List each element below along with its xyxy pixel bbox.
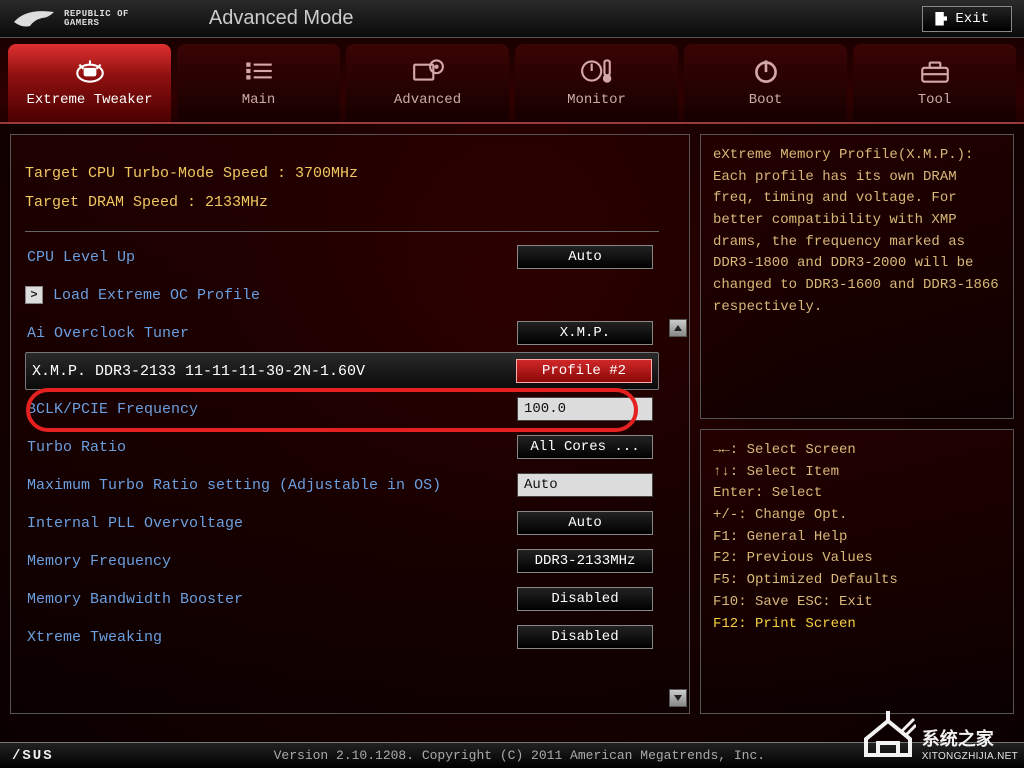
row-label: CPU Level Up [25, 249, 517, 266]
tab-label: Tool [918, 92, 952, 108]
tab-extreme-tweaker[interactable]: Extreme Tweaker [8, 44, 171, 122]
main-area: Target CPU Turbo-Mode Speed : 3700MHz Ta… [0, 124, 1024, 714]
key-hint: ↑↓: Select Item [713, 462, 1001, 484]
setting-row[interactable]: Ai Overclock TunerX.M.P. [25, 314, 659, 352]
mode-title: Advanced Mode [209, 7, 354, 30]
row-label: Load Extreme OC Profile [51, 287, 659, 304]
key-hint: F2: Previous Values [713, 548, 1001, 570]
row-label: Memory Bandwidth Booster [25, 591, 517, 608]
side-panel: eXtreme Memory Profile(X.M.P.): Each pro… [700, 134, 1014, 714]
thermo-icon [580, 58, 614, 84]
gear-icon [411, 58, 445, 84]
scrollbar[interactable] [667, 135, 689, 713]
key-hint: F10: Save ESC: Exit [713, 592, 1001, 614]
row-value[interactable]: 100.0 [517, 397, 653, 421]
row-label: Ai Overclock Tuner [25, 325, 517, 342]
tab-monitor[interactable]: Monitor [515, 44, 678, 122]
tab-label: Monitor [567, 92, 626, 108]
target-dram: Target DRAM Speed : 2133MHz [25, 188, 659, 217]
key-hint: F5: Optimized Defaults [713, 570, 1001, 592]
toolbox-icon [918, 58, 952, 84]
watermark-icon [860, 711, 916, 762]
row-label: Maximum Turbo Ratio setting (Adjustable … [25, 477, 517, 494]
row-value[interactable]: Auto [517, 473, 653, 497]
key-hint: Enter: Select [713, 483, 1001, 505]
row-value[interactable]: Auto [517, 245, 653, 269]
key-legend: →←: Select Screen↑↓: Select ItemEnter: S… [700, 429, 1014, 714]
target-cpu: Target CPU Turbo-Mode Speed : 3700MHz [25, 159, 659, 188]
rog-logo: REPUBLIC OF GAMERS [12, 8, 129, 30]
rog-eye-icon [12, 8, 56, 30]
tab-label: Extreme Tweaker [26, 92, 152, 108]
setting-row[interactable]: Memory FrequencyDDR3-2133MHz [25, 542, 659, 580]
setting-row[interactable]: BCLK/PCIE Frequency100.0 [25, 390, 659, 428]
header: REPUBLIC OF GAMERS Advanced Mode Exit [0, 0, 1024, 38]
setting-row[interactable]: Turbo RatioAll Cores ... [25, 428, 659, 466]
setting-row[interactable]: CPU Level UpAuto [25, 238, 659, 276]
row-value[interactable]: X.M.P. [517, 321, 653, 345]
setting-row[interactable]: X.M.P. DDR3-2133 11-11-11-30-2N-1.60VPro… [25, 352, 659, 390]
setting-row[interactable]: Xtreme TweakingDisabled [25, 618, 659, 656]
settings-list: Target CPU Turbo-Mode Speed : 3700MHz Ta… [11, 135, 667, 713]
scroll-down-button[interactable] [669, 689, 687, 707]
power-icon [749, 58, 783, 84]
row-value[interactable]: Disabled [517, 587, 653, 611]
setting-row[interactable]: Memory Bandwidth BoosterDisabled [25, 580, 659, 618]
setting-row[interactable]: Internal PLL OvervoltageAuto [25, 504, 659, 542]
rog-brand-text: REPUBLIC OF GAMERS [64, 10, 129, 28]
key-hint-f12: F12: Print Screen [713, 614, 1001, 636]
divider [25, 231, 659, 232]
tab-bar: Extreme Tweaker Main Advanced Monitor Boot To… [0, 38, 1024, 124]
tab-boot[interactable]: Boot [684, 44, 847, 122]
row-label: BCLK/PCIE Frequency [25, 401, 517, 418]
key-hint: +/-: Change Opt. [713, 505, 1001, 527]
scroll-up-button[interactable] [669, 319, 687, 337]
row-value[interactable]: All Cores ... [517, 435, 653, 459]
key-hint: F1: General Help [713, 527, 1001, 549]
help-text: eXtreme Memory Profile(X.M.P.): Each pro… [700, 134, 1014, 419]
setting-row[interactable]: Maximum Turbo Ratio setting (Adjustable … [25, 466, 659, 504]
exit-icon [935, 12, 947, 26]
row-label: Turbo Ratio [25, 439, 517, 456]
exit-label: Exit [955, 11, 989, 27]
tab-label: Main [242, 92, 276, 108]
row-label: Xtreme Tweaking [25, 629, 517, 646]
watermark-text-url: XITONGZHIJIA.NET [922, 751, 1018, 762]
tab-label: Advanced [394, 92, 461, 108]
exit-button[interactable]: Exit [922, 6, 1012, 32]
row-label: X.M.P. DDR3-2133 11-11-11-30-2N-1.60V [26, 363, 516, 380]
tab-label: Boot [749, 92, 783, 108]
row-value[interactable]: Profile #2 [516, 359, 652, 383]
settings-panel: Target CPU Turbo-Mode Speed : 3700MHz Ta… [10, 134, 690, 714]
row-value[interactable]: DDR3-2133MHz [517, 549, 653, 573]
row-value[interactable]: Auto [517, 511, 653, 535]
tab-main[interactable]: Main [177, 44, 340, 122]
row-value[interactable]: Disabled [517, 625, 653, 649]
key-hint: →←: Select Screen [713, 440, 1001, 462]
list-icon [242, 58, 276, 84]
setting-row[interactable]: > Load Extreme OC Profile [25, 276, 659, 314]
tab-tool[interactable]: Tool [853, 44, 1016, 122]
row-label: Internal PLL Overvoltage [25, 515, 517, 532]
chevron-right-icon: > [25, 286, 43, 304]
asus-logo: /SUS [12, 748, 54, 764]
row-label: Memory Frequency [25, 553, 517, 570]
footer-text: Version 2.10.1208. Copyright (C) 2011 Am… [274, 748, 765, 763]
chip-icon [73, 58, 107, 84]
watermark-text-cn: 系统之家 [922, 725, 1018, 751]
watermark: 系统之家 XITONGZHIJIA.NET [860, 711, 1018, 762]
tab-advanced[interactable]: Advanced [346, 44, 509, 122]
